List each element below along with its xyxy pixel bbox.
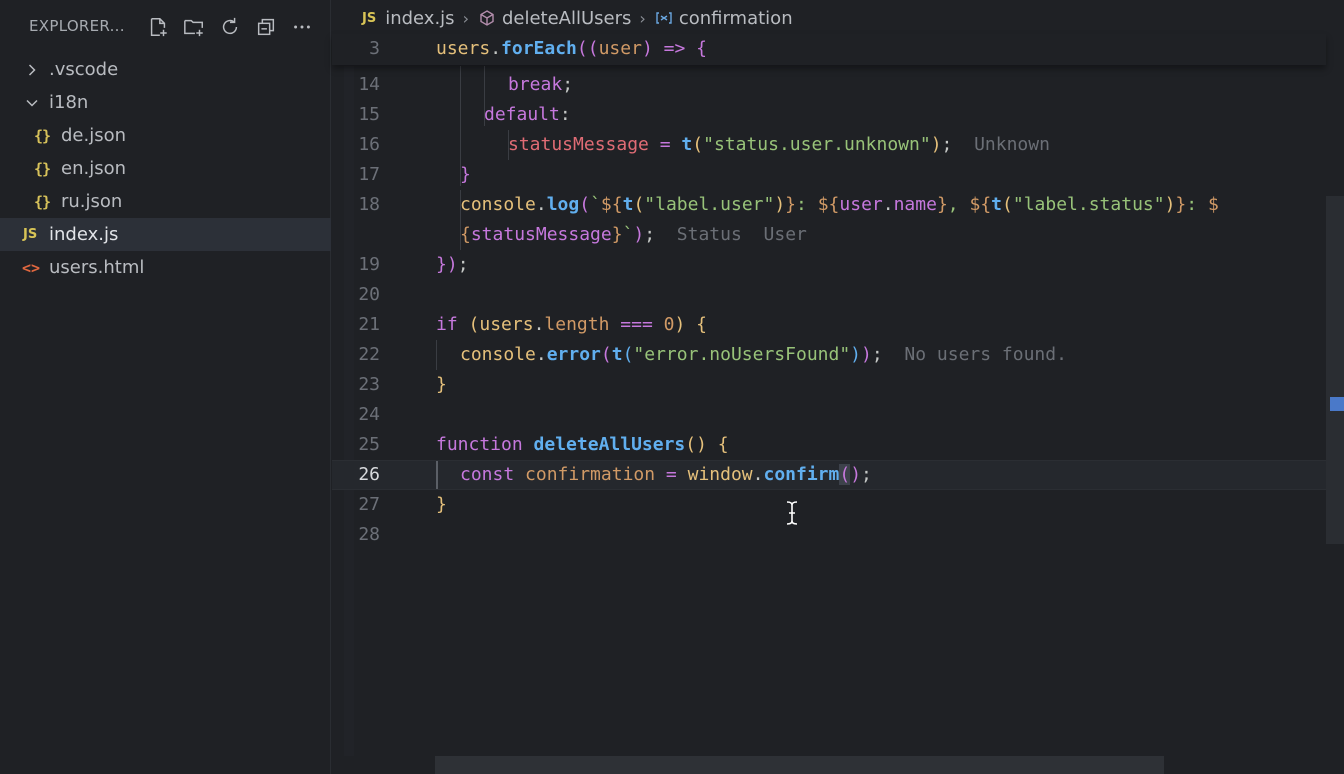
new-file-button[interactable] [142,14,174,40]
line-number: 26 [358,464,380,485]
new-folder-icon [184,19,203,37]
code-line: 16 statusMessage = t("status.user.unknow… [332,130,1326,160]
indent-caret-guide [436,461,438,489]
code-text: } [436,374,447,395]
code-line: 17 } [332,160,1326,190]
line-number: 19 [358,254,380,275]
tree-item-vscode[interactable]: .vscode [0,53,331,86]
tree-item-label: i18n [49,92,89,113]
chevron-down-icon [25,96,39,110]
tree-item-en-json[interactable]: {} en.json [0,152,331,185]
code-line: 15 default: [332,100,1326,130]
tree-item-ru-json[interactable]: {} ru.json [0,185,331,218]
inlay-hint: User [763,224,807,245]
line-number: 28 [358,524,380,545]
file-tree: .vscode i18n {} de.json {} en.json {} ru… [0,53,331,284]
line-number: 3 [369,38,380,59]
code-editor[interactable]: JS index.js › deleteAllUsers › confirmat… [332,0,1344,774]
line-number: 17 [358,164,380,185]
json-file-icon: {} [34,192,51,211]
code-text: const confirmation = window.confirm(); [460,464,872,485]
code-line: 19 }); [332,250,1326,280]
code-line: 27 } [332,490,1326,520]
inlay-hint: Unknown [974,134,1050,155]
collapse-all-button[interactable] [250,14,282,40]
code-text: break; [508,74,574,95]
code-line: 28 [332,520,1326,550]
tree-item-index-js[interactable]: JS index.js [0,218,331,251]
code-text: function deleteAllUsers() { [436,434,729,455]
line-number: 24 [358,404,380,425]
code-text: if (users.length === 0) { [436,314,708,335]
js-file-icon: JS [23,227,38,242]
horizontal-scrollbar[interactable] [435,756,1164,774]
line-number: 22 [358,344,380,365]
code-text: console.error(t("error.noUsersFound")); … [460,344,1067,365]
code-text: }); [436,254,469,275]
line-number: 25 [358,434,380,455]
line-number: 15 [358,104,380,125]
code-text: default: [484,104,571,125]
code-line: 24 [332,400,1326,430]
line-number: 14 [358,74,380,95]
line-number: 27 [358,494,380,515]
refresh-button[interactable] [214,14,246,40]
tree-item-label: en.json [61,158,127,179]
tree-item-users-html[interactable]: <> users.html [0,251,331,284]
line-number: 20 [358,284,380,305]
code-line: 18 console.log(`${t("label.user")}: ${us… [332,190,1326,220]
code-line: 22 console.error(t("error.noUsersFound")… [332,340,1326,370]
code-text: } [436,494,447,515]
collapse-all-icon [257,18,275,36]
tree-item-label: .vscode [49,59,119,80]
tree-item-de-json[interactable]: {} de.json [0,119,331,152]
code-text: {statusMessage}`); Status User [460,224,807,245]
vertical-scrollbar[interactable] [1326,196,1344,544]
tree-item-label: users.html [49,257,145,278]
more-actions-button[interactable] [286,14,318,40]
explorer-title: EXPLORER... [29,17,125,35]
chevron-right-icon [25,63,39,77]
code-line: 23 } [332,370,1326,400]
tree-item-label: de.json [61,125,127,146]
code-line-wrap: {statusMessage}`); Status User [332,220,1326,250]
code-text: } [460,164,471,185]
tree-item-label: index.js [49,224,119,245]
tree-item-i18n[interactable]: i18n [0,86,331,119]
inlay-hint: No users found. [904,344,1067,365]
code-line: 14 break; [332,70,1326,100]
line-number: 21 [358,314,380,335]
code-text: statusMessage = t("status.user.unknown")… [508,134,1050,155]
new-file-icon [150,18,167,37]
code-line: 25 function deleteAllUsers() { [332,430,1326,460]
code-area[interactable]: 3 users.forEach((user) => { 14 break; 15… [332,0,1344,774]
json-file-icon: {} [34,159,51,178]
inlay-hint: Status [676,224,742,245]
explorer-actions [142,14,318,40]
line-number: 16 [358,134,380,155]
sticky-scroll[interactable]: 3 users.forEach((user) => { [332,34,1326,65]
ellipsis-icon [294,25,310,29]
json-file-icon: {} [34,126,51,145]
code-line: 20 [332,280,1326,310]
explorer-header: EXPLORER... [0,0,331,52]
text-cursor-icon [786,501,798,525]
html-file-icon: <> [22,258,41,277]
refresh-icon [222,17,238,35]
tree-item-label: ru.json [61,191,123,212]
code-line: 3 users.forEach((user) => { [332,34,1326,64]
scrollbar-position-marker [1330,397,1344,411]
code-line-current: 26 const confirmation = window.confirm()… [332,460,1326,490]
code-text: console.log(`${t("label.user")}: ${user.… [460,194,1219,215]
explorer-sidebar: EXPLORER... .vscode i18n {} de.json {} e… [0,0,331,774]
line-number: 18 [358,194,380,215]
code-text: users.forEach((user) => { [436,38,707,59]
code-line: 21 if (users.length === 0) { [332,310,1326,340]
line-number: 23 [358,374,380,395]
new-folder-button[interactable] [178,14,210,40]
